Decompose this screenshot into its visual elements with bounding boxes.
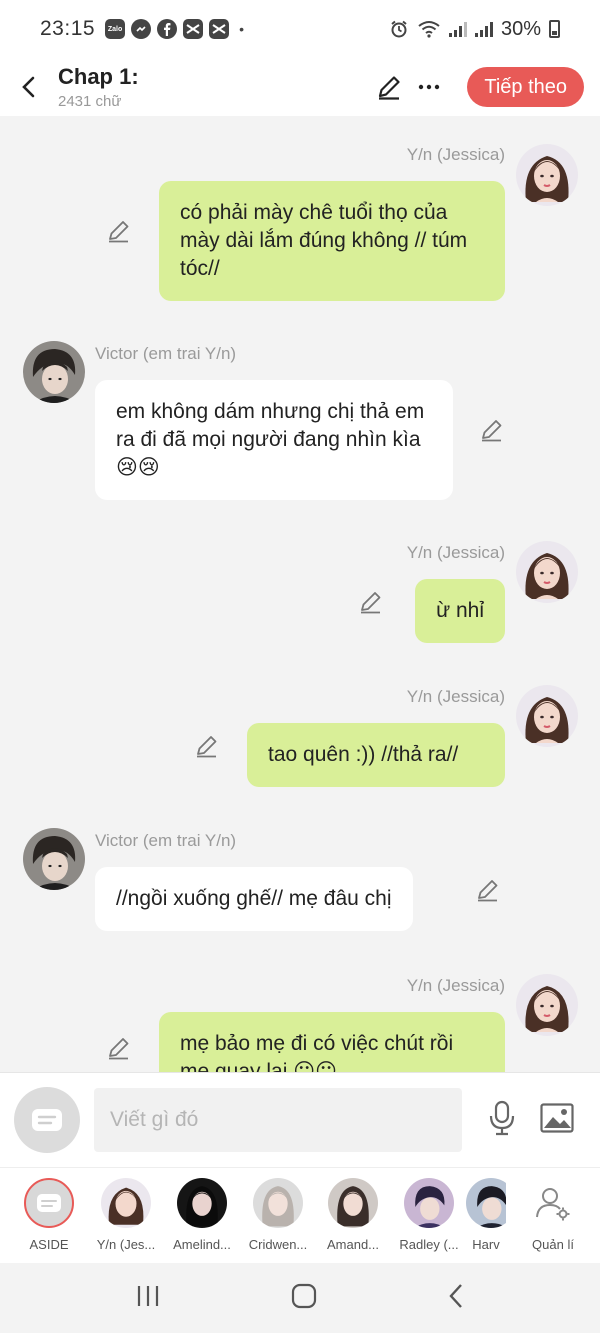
- speaker-name: Y/n (Jessica): [406, 145, 505, 164]
- capcut-icon: [209, 19, 230, 39]
- avatar-jessica[interactable]: [516, 974, 578, 1036]
- character-avatar: [328, 1178, 378, 1228]
- character-avatar: [253, 1178, 303, 1228]
- messenger-icon: [131, 19, 152, 39]
- character-avatar: [101, 1178, 151, 1228]
- message-icon: [37, 1194, 61, 1212]
- character-bar: ASIDE Y/n (Jes... Amelind... Cridwen... …: [0, 1167, 600, 1263]
- status-right: 30%: [389, 18, 560, 41]
- status-bar: 23:15 Zalo • 30%: [0, 0, 600, 58]
- character-label: Cridwen...: [248, 1237, 308, 1252]
- more-button[interactable]: [409, 67, 449, 107]
- message-composer: Viết gì đó: [0, 1072, 600, 1167]
- speaker-name: Y/n (Jessica): [406, 543, 505, 562]
- character-label: Quản lí: [532, 1237, 574, 1252]
- character-jessica[interactable]: Y/n (Jes...: [87, 1178, 165, 1252]
- character-avatar: [177, 1178, 227, 1228]
- speaker-name: Y/n (Jessica): [406, 976, 505, 995]
- message-bubble[interactable]: //ngồi xuống ghế// mẹ đâu chị: [95, 867, 413, 931]
- battery-icon: [549, 20, 560, 38]
- system-back-button[interactable]: [448, 1283, 464, 1314]
- message-bubble[interactable]: ừ nhỉ: [415, 579, 505, 643]
- aside-toggle-button[interactable]: [14, 1087, 80, 1153]
- home-button[interactable]: [291, 1283, 317, 1314]
- next-button[interactable]: Tiếp theo: [467, 67, 584, 107]
- manage-characters-button[interactable]: Quản lí: [514, 1178, 592, 1252]
- back-button[interactable]: [6, 64, 52, 110]
- message-bubble[interactable]: em không dám nhưng chị thả em ra đi đã m…: [95, 380, 453, 500]
- recent-apps-button[interactable]: [136, 1285, 160, 1312]
- aside-avatar: [24, 1178, 74, 1228]
- character-amanda[interactable]: Amand...: [314, 1178, 392, 1252]
- edit-message-icon[interactable]: [475, 877, 501, 903]
- character-harvey[interactable]: Harv: [466, 1178, 506, 1252]
- edit-button[interactable]: [369, 67, 409, 107]
- header-actions: Tiếp theo: [369, 67, 600, 107]
- signal-icon: [448, 21, 467, 37]
- avatar-victor[interactable]: [23, 341, 85, 403]
- microphone-icon: [489, 1100, 515, 1135]
- message-bubble[interactable]: có phải mày chê tuổi thọ của mày dài lắm…: [159, 181, 505, 301]
- chevron-left-icon: [22, 76, 35, 98]
- character-label: Radley (...: [399, 1237, 459, 1252]
- facebook-icon: [157, 19, 178, 39]
- manage-users-icon: [528, 1178, 578, 1228]
- edit-message-icon[interactable]: [106, 218, 132, 244]
- home-icon: [291, 1283, 317, 1308]
- pencil-icon: [379, 76, 400, 100]
- title-block: Chap 1: 2431 chữ: [58, 64, 139, 110]
- signal-icon: [474, 21, 493, 37]
- word-count: 2431 chữ: [58, 93, 122, 110]
- character-cridwen[interactable]: Cridwen...: [239, 1178, 317, 1252]
- recent-apps-icon: [137, 1285, 158, 1306]
- speaker-name: Y/n (Jessica): [406, 687, 505, 706]
- character-avatar: [466, 1178, 506, 1228]
- app-header: Chap 1: 2431 chữ Tiếp theo: [0, 58, 600, 116]
- character-amelinda[interactable]: Amelind...: [163, 1178, 241, 1252]
- speaker-name: Victor (em trai Y/n): [95, 831, 237, 850]
- character-label: Amelind...: [173, 1237, 231, 1252]
- character-label: Amand...: [326, 1237, 380, 1252]
- character-label: Y/n (Jes...: [96, 1237, 156, 1252]
- edit-message-icon[interactable]: [479, 417, 505, 443]
- chevron-left-icon: [449, 1283, 463, 1308]
- avatar-victor[interactable]: [23, 828, 85, 890]
- status-time: 23:15: [40, 17, 96, 40]
- edit-message-icon[interactable]: [106, 1035, 132, 1061]
- avatar-jessica[interactable]: [516, 541, 578, 603]
- edit-message-icon[interactable]: [194, 733, 220, 759]
- microphone-button[interactable]: [488, 1100, 516, 1141]
- message-input[interactable]: Viết gì đó: [94, 1088, 462, 1152]
- speaker-name: Victor (em trai Y/n): [95, 344, 237, 363]
- image-button[interactable]: [540, 1102, 574, 1138]
- message-icon: [32, 1109, 62, 1131]
- character-label: ASIDE: [29, 1237, 69, 1252]
- wifi-icon: [418, 21, 440, 38]
- status-app-icons: Zalo: [105, 19, 230, 39]
- character-aside[interactable]: ASIDE: [10, 1178, 88, 1252]
- chat-area[interactable]: Y/n (Jessica) có phải mày chê tuổi thọ c…: [0, 116, 600, 1072]
- image-icon: [540, 1102, 574, 1133]
- capcut-icon: [183, 19, 204, 39]
- page-title: Chap 1:: [58, 64, 139, 89]
- zalo-icon: Zalo: [105, 19, 126, 39]
- battery-percent: 30%: [500, 17, 541, 40]
- alarm-icon: [391, 20, 407, 38]
- system-nav-bar: [0, 1263, 600, 1333]
- character-label: Harv: [472, 1237, 500, 1252]
- notification-dot: •: [239, 21, 244, 37]
- message-bubble[interactable]: tao quên :)) //thả ra//: [247, 723, 505, 787]
- avatar-jessica[interactable]: [516, 144, 578, 206]
- character-radley[interactable]: Radley (...: [390, 1178, 468, 1252]
- avatar-jessica[interactable]: [516, 685, 578, 747]
- edit-message-icon[interactable]: [358, 589, 384, 615]
- more-horizontal-icon: [419, 84, 440, 90]
- character-avatar: [404, 1178, 454, 1228]
- message-bubble[interactable]: mẹ bảo mẹ đi có việc chút rồi mẹ quay lạ…: [159, 1012, 505, 1072]
